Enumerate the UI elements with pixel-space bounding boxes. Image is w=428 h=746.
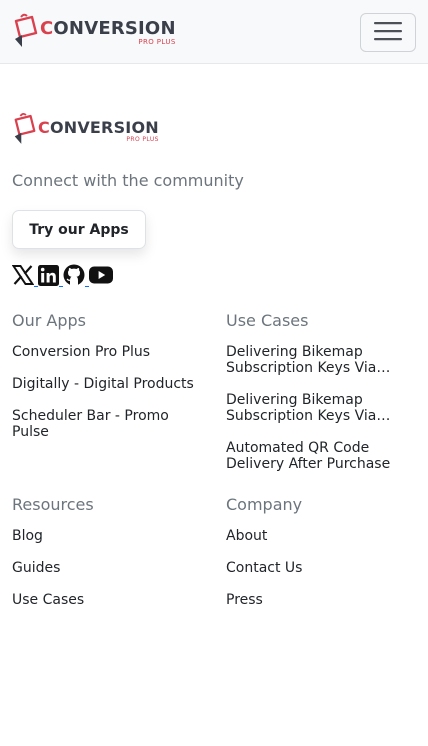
social-links	[11, 264, 113, 290]
apps-link[interactable]: Conversion Pro Plus	[12, 344, 208, 360]
company-link[interactable]: About	[226, 528, 422, 544]
logo-camera-icon	[12, 13, 40, 53]
resources-column: Resources Blog Guides Use Cases	[12, 495, 208, 624]
apps-link[interactable]: Digitally - Digital Products	[12, 376, 208, 392]
resources-link[interactable]: Use Cases	[12, 592, 208, 608]
company-column: Company About Contact Us Press	[226, 495, 422, 624]
use-cases-heading: Use Cases	[226, 311, 309, 330]
try-apps-button[interactable]: Try our Apps	[12, 210, 146, 249]
x-link[interactable]	[11, 265, 35, 289]
github-link[interactable]	[63, 264, 85, 290]
resources-heading: Resources	[12, 495, 94, 514]
hamburger-icon	[373, 20, 403, 45]
footer-brand-logo[interactable]: CONVERSION PRO PLUS	[12, 112, 159, 150]
linkedin-icon	[38, 264, 59, 290]
logo-subtitle: PRO PLUS	[126, 135, 159, 143]
company-heading: Company	[226, 495, 303, 514]
use-case-link[interactable]: Automated QR Code Delivery After Purchas…	[226, 440, 396, 472]
logo-word: ONVERSION	[53, 18, 176, 39]
youtube-icon	[89, 266, 113, 288]
apps-column: Our Apps Conversion Pro Plus Digitally -…	[12, 311, 208, 456]
logo-word: ONVERSION	[49, 117, 159, 137]
logo-camera-icon	[12, 112, 38, 150]
navbar: CONVERSION PRO PLUS	[0, 0, 428, 64]
logo-letter: C	[38, 117, 50, 137]
x-icon	[11, 265, 35, 289]
use-cases-column: Use Cases Delivering Bikemap Subscriptio…	[226, 311, 396, 488]
company-link[interactable]: Contact Us	[226, 560, 422, 576]
apps-heading: Our Apps	[12, 311, 86, 330]
logo-wordmark: CONVERSION PRO PLUS	[40, 20, 176, 46]
use-case-link[interactable]: Delivering Bikemap Subscription Keys Via…	[226, 392, 396, 424]
brand-logo[interactable]: CONVERSION PRO PLUS	[12, 13, 176, 53]
github-icon	[63, 264, 85, 290]
use-case-link[interactable]: Delivering Bikemap Subscription Keys Via…	[226, 344, 396, 376]
navbar-toggler-button[interactable]	[360, 13, 416, 52]
logo-wordmark: CONVERSION PRO PLUS	[38, 117, 159, 143]
logo-subtitle: PRO PLUS	[138, 38, 176, 46]
resources-link[interactable]: Blog	[12, 528, 208, 544]
youtube-link[interactable]	[89, 266, 113, 288]
community-tagline: Connect with the community	[12, 171, 244, 190]
company-link[interactable]: Press	[226, 592, 422, 608]
logo-letter: C	[40, 18, 54, 39]
apps-link[interactable]: Scheduler Bar - Promo Pulse	[12, 408, 208, 440]
linkedin-link[interactable]	[38, 264, 59, 290]
resources-link[interactable]: Guides	[12, 560, 208, 576]
